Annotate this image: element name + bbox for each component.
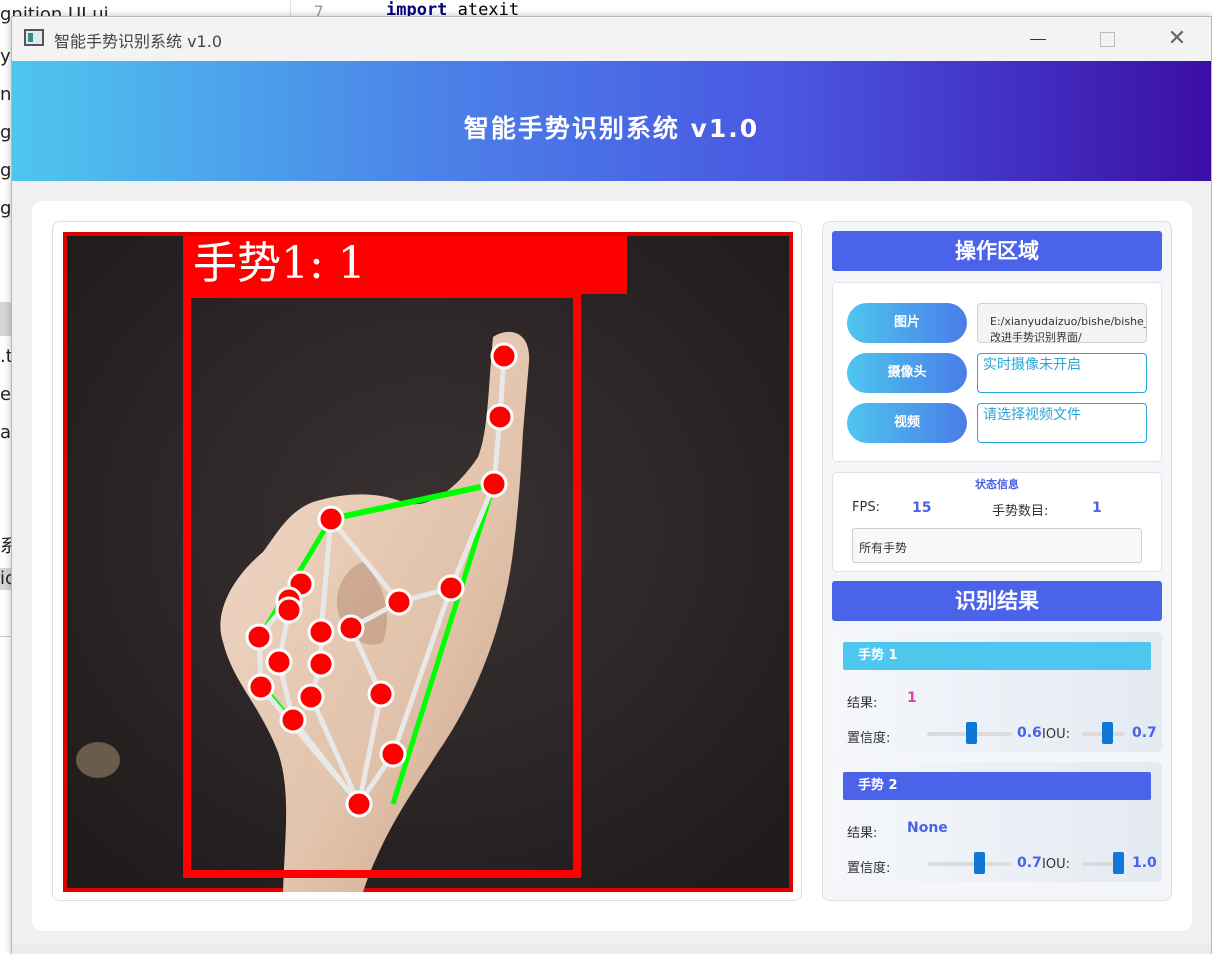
ide-left-text: g: [0, 122, 12, 143]
confidence-value: 0.6: [1017, 725, 1042, 741]
landmark-point: [275, 596, 303, 624]
confidence-label: 置信度:: [847, 731, 891, 746]
landmark-point: [379, 740, 407, 768]
status-box: 状态信息 FPS: 15 手势数目: 1 所有手势: [832, 472, 1162, 572]
result-card-2: 手势 2 结果: None 置信度: 0.7 IOU: 1.0: [832, 762, 1162, 882]
iou-value: 0.7: [1132, 725, 1157, 741]
iou-slider-handle[interactable]: [1113, 852, 1124, 874]
landmark-point: [307, 650, 335, 678]
background-blob: [76, 742, 120, 778]
camera-button[interactable]: 摄像头: [847, 353, 967, 393]
landmark-point: [317, 505, 345, 533]
iou-label: IOU:: [1042, 857, 1070, 872]
results-header: 识别结果: [832, 581, 1162, 621]
fps-label: FPS:: [852, 500, 880, 515]
operations-header: 操作区域: [832, 231, 1162, 271]
video-status-field[interactable]: 请选择视频文件: [977, 403, 1147, 443]
landmark-point: [265, 648, 293, 676]
result-value: None: [907, 820, 948, 836]
iou-label: IOU:: [1042, 727, 1070, 742]
landmark-point: [486, 403, 514, 431]
confidence-slider-handle[interactable]: [966, 722, 977, 744]
app-window: 智能手势识别系统 v1.0 ✕ 智能手势识别系统 v1.0 手势1: 1 操作区…: [11, 16, 1212, 954]
result-value: 1: [907, 690, 917, 706]
operations-box: 图片 E:/xianyudaizuo/bishe/bishe_8.改进手势识别界…: [832, 282, 1162, 462]
control-panel: 操作区域 图片 E:/xianyudaizuo/bishe/bishe_8.改进…: [822, 221, 1172, 901]
landmark-point: [337, 614, 365, 642]
landmark-point: [437, 574, 465, 602]
landmark-point: [247, 673, 275, 701]
gesture-overlay-label: 手势1: 1: [193, 238, 366, 289]
result-tag: 手势 1: [843, 642, 1151, 670]
camera-status-field[interactable]: 实时摄像未开启: [977, 353, 1147, 393]
ide-divider: [0, 636, 11, 637]
result-label: 结果:: [847, 826, 878, 841]
fps-value: 15: [912, 500, 932, 516]
landmark-point: [345, 790, 373, 818]
window-title: 智能手势识别系统 v1.0: [54, 32, 223, 51]
landmark-point: [307, 618, 335, 646]
image-path-field[interactable]: E:/xianyudaizuo/bishe/bishe_8.改进手势识别界面/: [977, 303, 1147, 343]
landmark-point: [480, 470, 508, 498]
banner-title: 智能手势识别系统 v1.0: [463, 114, 760, 143]
confidence-slider-handle[interactable]: [974, 852, 985, 874]
gesture-count-label: 手势数目:: [992, 504, 1049, 519]
landmark-point: [490, 342, 518, 370]
app-window-icon: [24, 29, 44, 46]
confidence-slider-track[interactable]: [927, 862, 1012, 866]
confidence-label: 置信度:: [847, 861, 891, 876]
window-bottom-edge: [12, 943, 1211, 954]
result-tag: 手势 2: [843, 772, 1151, 800]
iou-value: 1.0: [1132, 855, 1157, 871]
header-banner: 智能手势识别系统 v1.0: [12, 61, 1211, 181]
landmark-point: [367, 680, 395, 708]
close-button[interactable]: ✕: [1157, 25, 1197, 53]
landmark-point: [245, 623, 273, 651]
landmark-point: [297, 683, 325, 711]
detection-image: 手势1: 1: [63, 232, 793, 892]
image-button[interactable]: 图片: [847, 303, 967, 343]
ide-left-text: y: [0, 46, 11, 67]
ide-left-text: a: [0, 422, 12, 443]
detection-image-svg: 手势1: 1: [63, 232, 793, 892]
content-area: 手势1: 1 操作区域 图片 E:/xianyudaizuo/bishe/bis…: [32, 201, 1192, 931]
landmark-point: [279, 706, 307, 734]
result-label: 结果:: [847, 696, 878, 711]
image-display-panel: 手势1: 1: [52, 221, 802, 901]
maximize-button[interactable]: [1086, 25, 1126, 53]
result-card-1: 手势 1 结果: 1 置信度: 0.6 IOU: 0.7: [832, 632, 1162, 752]
minimize-button[interactable]: [1017, 25, 1057, 53]
video-button[interactable]: 视频: [847, 403, 967, 443]
gesture-count-value: 1: [1092, 500, 1102, 516]
iou-slider-handle[interactable]: [1102, 722, 1113, 744]
confidence-value: 0.7: [1017, 855, 1042, 871]
landmark-point: [385, 588, 413, 616]
title-bar[interactable]: 智能手势识别系统 v1.0 ✕: [12, 17, 1211, 61]
ide-left-selection: [0, 302, 11, 336]
ide-left-text: g: [0, 160, 12, 181]
gesture-filter-select[interactable]: 所有手势: [852, 528, 1142, 563]
status-title: 状态信息: [975, 478, 1019, 491]
